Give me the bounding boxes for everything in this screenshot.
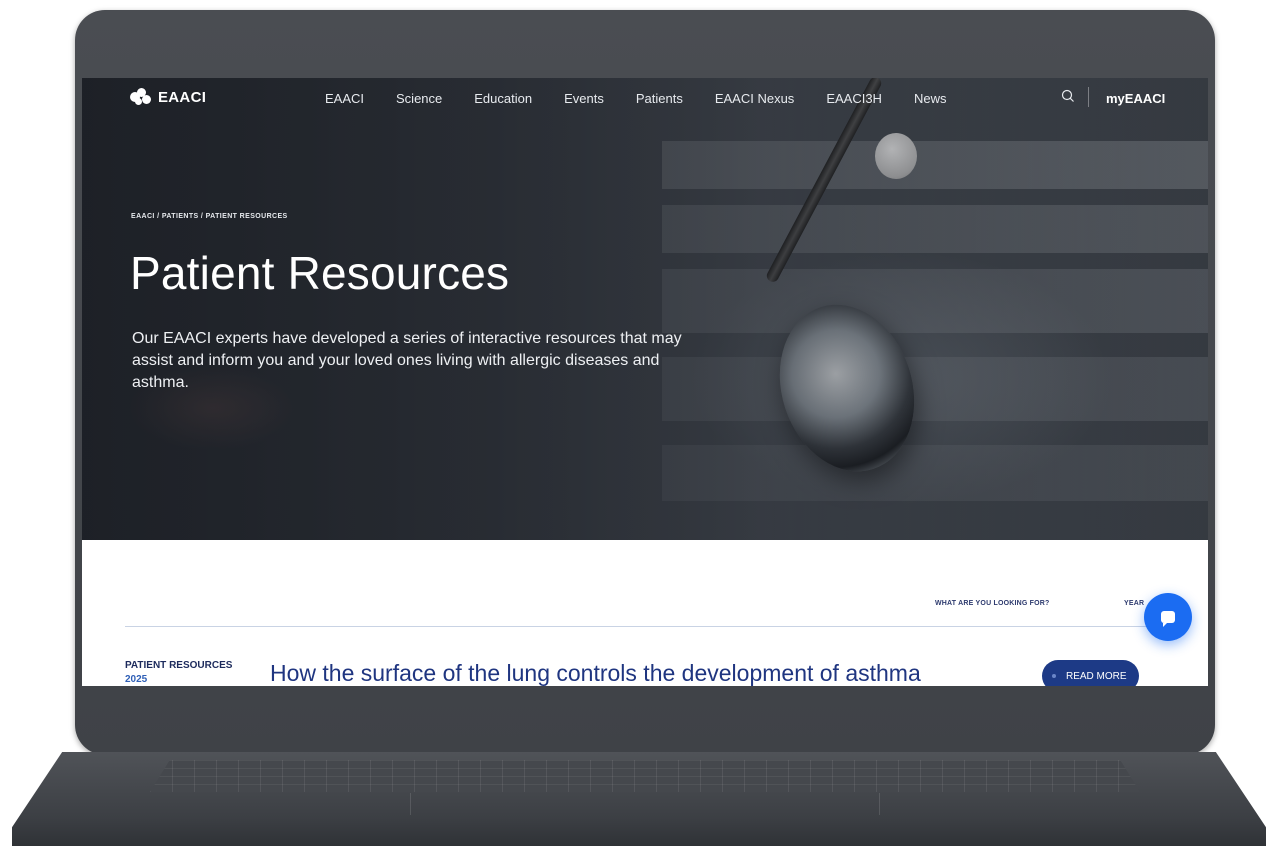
nav-link-news[interactable]: News <box>914 91 947 106</box>
read-more-button[interactable]: READ MORE <box>1042 660 1139 686</box>
resources-section: WHAT ARE YOU LOOKING FOR? YEAR PATIENT R… <box>82 540 1208 686</box>
nav-link-science[interactable]: Science <box>396 91 442 106</box>
my-eaaci-link[interactable]: myEAACI <box>1106 91 1165 106</box>
nav-links: EAACI Science Education Events Patients … <box>325 91 978 106</box>
nav-link-patients[interactable]: Patients <box>636 91 683 106</box>
laptop-keyboard <box>150 760 1140 792</box>
chat-button[interactable] <box>1144 593 1192 641</box>
nav-divider <box>1088 87 1089 107</box>
filter-divider <box>125 626 1165 627</box>
nav-link-eaaci-nexus[interactable]: EAACI Nexus <box>715 91 794 106</box>
breadcrumb[interactable]: EAACI / PATIENTS / PATIENT RESOURCES <box>131 213 288 220</box>
search-filter-label[interactable]: WHAT ARE YOU LOOKING FOR? <box>935 600 1050 607</box>
bullet-icon <box>1052 674 1056 678</box>
nav-link-events[interactable]: Events <box>564 91 604 106</box>
logo-mark-icon <box>130 88 152 106</box>
hero-background: EAACI EAACI Science Education Events Pat… <box>82 78 1208 540</box>
laptop-screen: EAACI EAACI Science Education Events Pat… <box>82 78 1208 686</box>
resource-year: 2025 <box>125 674 148 685</box>
nav-link-eaaci3h[interactable]: EAACI3H <box>826 91 882 106</box>
hero-overlay <box>82 78 1208 540</box>
hero-intro-text: Our EAACI experts have developed a serie… <box>132 330 682 391</box>
year-filter-label[interactable]: YEAR <box>1124 600 1144 607</box>
resource-category: PATIENT RESOURCES <box>125 660 233 671</box>
top-nav: EAACI EAACI Science Education Events Pat… <box>82 78 1208 118</box>
resource-title-link[interactable]: How the surface of the lung controls the… <box>270 660 921 686</box>
nav-link-eaaci[interactable]: EAACI <box>325 91 364 106</box>
nav-link-education[interactable]: Education <box>474 91 532 106</box>
search-icon[interactable] <box>1060 88 1076 104</box>
chat-icon <box>1161 611 1175 627</box>
laptop-trackpad <box>410 793 880 815</box>
read-more-label: READ MORE <box>1066 670 1127 682</box>
eaaci-logo[interactable]: EAACI <box>130 88 206 106</box>
page-title: Patient Resources <box>130 247 510 299</box>
logo-text: EAACI <box>158 88 207 106</box>
